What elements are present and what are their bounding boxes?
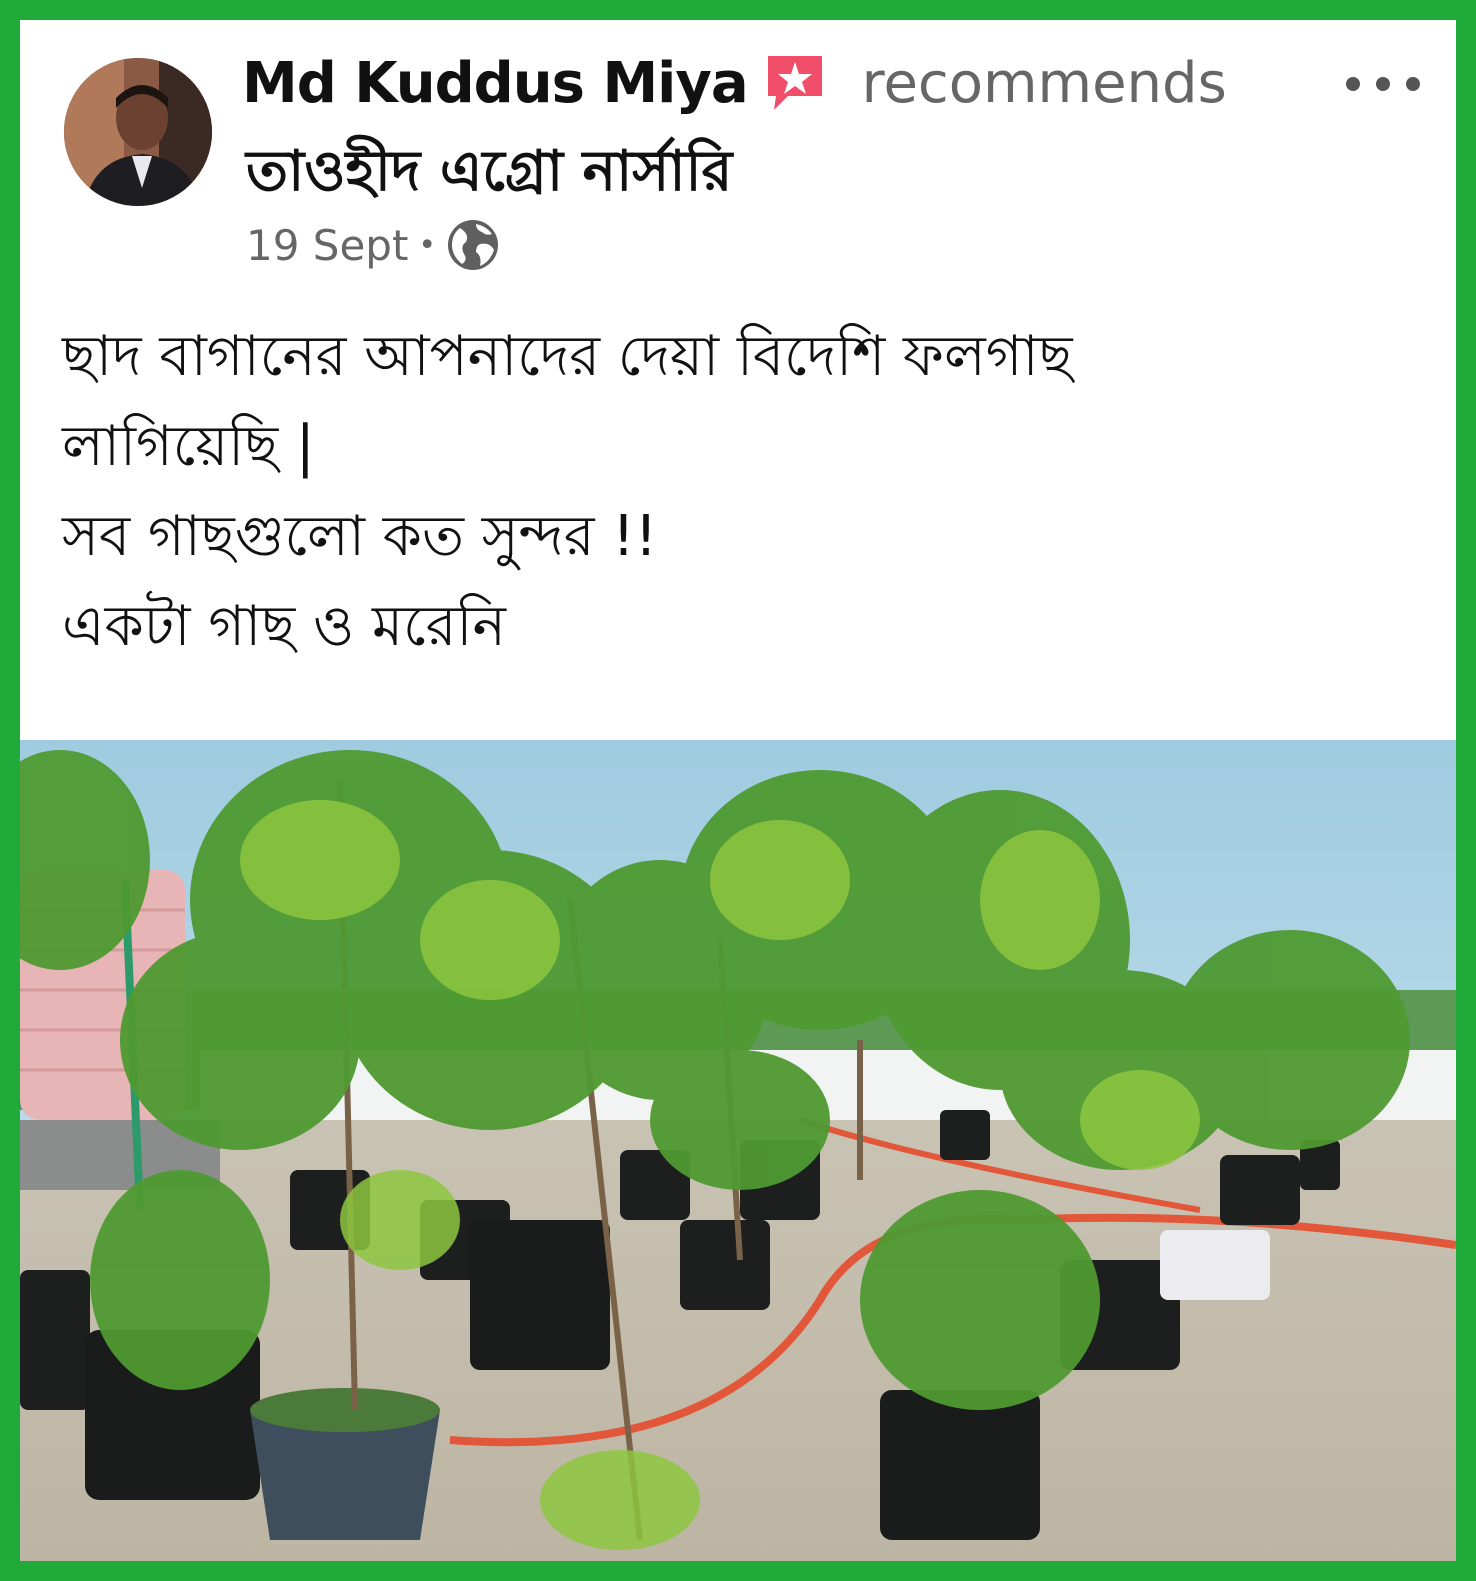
post-meta: 19 Sept •: [246, 218, 500, 272]
more-options-icon[interactable]: [1346, 64, 1420, 104]
page-name-link[interactable]: তাওহীদ এগ্রো নার্সারি: [246, 128, 732, 222]
recommends-label: recommends: [861, 50, 1227, 116]
post-card: Md Kuddus Miya recommends তাওহীদ এগ্রো ন…: [20, 20, 1456, 1561]
post-text-line: সব গাছগুলো কত সুন্দর !!: [62, 504, 658, 569]
post-text-line: ছাদ বাগানের আপনাদের দেয়া বিদেশি ফলগাছ: [62, 324, 1073, 389]
post-text-line: লাগিয়েছি |: [62, 414, 315, 479]
meta-separator: •: [418, 227, 437, 263]
recommend-icon: [762, 50, 828, 116]
post-header: Md Kuddus Miya recommends: [242, 50, 1227, 116]
globe-icon: [446, 218, 500, 272]
post-body: ছাদ বাগানের আপনাদের দেয়া বিদেশি ফলগাছ ল…: [62, 312, 1422, 672]
post-photo[interactable]: [20, 740, 1456, 1561]
post-text-line: একটা গাছ ও মরেনি: [62, 594, 506, 659]
author-name[interactable]: Md Kuddus Miya: [242, 51, 749, 116]
avatar[interactable]: [64, 58, 212, 206]
post-date[interactable]: 19 Sept: [246, 221, 408, 270]
